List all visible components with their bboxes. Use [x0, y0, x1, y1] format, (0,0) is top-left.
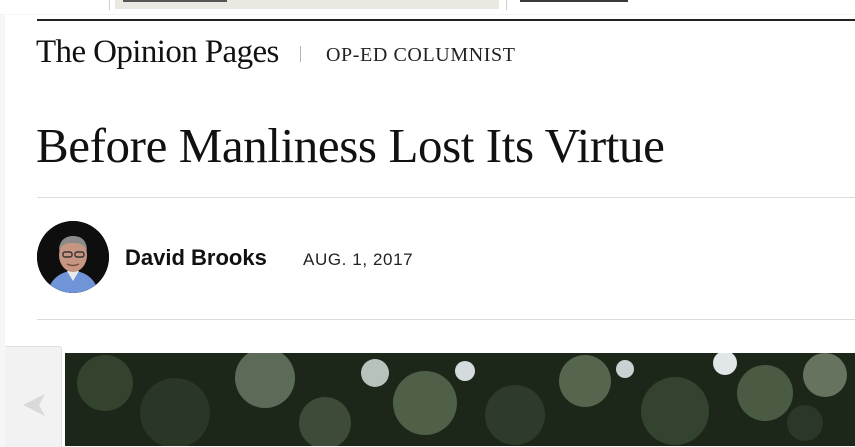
divider	[37, 319, 855, 320]
chevron-left-icon	[23, 394, 45, 416]
divider	[37, 197, 855, 198]
ad-divider	[506, 0, 507, 10]
author-photo	[37, 221, 109, 293]
masthead-rule	[37, 19, 855, 21]
ad-banner-content	[123, 0, 227, 2]
ad-thumbnail[interactable]	[520, 0, 628, 2]
section-title[interactable]: The Opinion Pages	[36, 32, 279, 72]
article-headline: Before Manliness Lost Its Virtue	[36, 118, 665, 173]
previous-article-tab[interactable]	[5, 346, 62, 447]
author-avatar[interactable]	[37, 221, 109, 293]
hero-image	[65, 353, 855, 446]
author-name[interactable]: David Brooks	[125, 245, 267, 271]
publish-date: AUG. 1, 2017	[303, 250, 414, 269]
section-separator	[300, 46, 301, 62]
section-kicker[interactable]: OP-ED COLUMNIST	[326, 43, 516, 67]
ad-banner[interactable]	[115, 0, 499, 9]
hero-photo	[65, 353, 855, 446]
ad-divider	[109, 0, 110, 10]
